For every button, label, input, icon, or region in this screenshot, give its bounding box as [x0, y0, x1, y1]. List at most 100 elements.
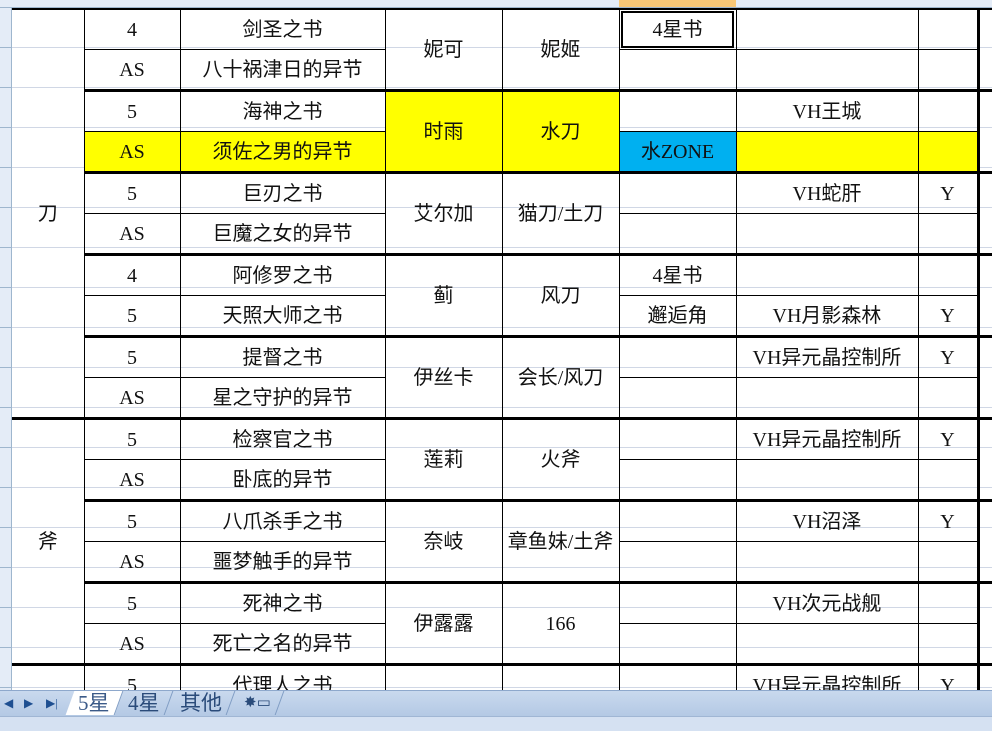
book-cell[interactable]: 卧底的异节	[179, 459, 386, 501]
location-cell[interactable]	[735, 213, 919, 255]
weapon-cell[interactable]: 猫刀/土刀	[501, 171, 620, 255]
star-cell[interactable]: 5	[83, 89, 181, 132]
row-headers[interactable]	[0, 8, 12, 690]
source-cell[interactable]	[618, 417, 737, 460]
empty-cell[interactable]	[976, 623, 992, 665]
flag-cell[interactable]	[917, 49, 980, 91]
character-cell[interactable]: 蓟	[384, 253, 503, 337]
empty-cell[interactable]	[976, 417, 992, 460]
column-f-header[interactable]	[619, 0, 736, 7]
flag-cell[interactable]: Y	[917, 663, 980, 690]
flag-cell[interactable]	[917, 131, 980, 173]
location-cell[interactable]: VH王城	[735, 89, 919, 132]
flag-cell[interactable]	[917, 623, 980, 665]
flag-cell[interactable]: Y	[917, 499, 980, 542]
source-cell[interactable]	[618, 541, 737, 583]
empty-cell[interactable]	[976, 581, 992, 624]
character-cell[interactable]: 时雨	[384, 89, 503, 173]
book-cell[interactable]: 巨魔之女的异节	[179, 213, 386, 255]
column-headers[interactable]	[0, 0, 992, 8]
tab-other[interactable]: 其他	[167, 691, 236, 715]
source-cell[interactable]: 水ZONE	[618, 131, 737, 173]
insert-sheet-icon[interactable]: ✸▭	[231, 691, 285, 715]
star-cell[interactable]: AS	[83, 459, 181, 501]
flag-cell[interactable]: Y	[917, 295, 980, 337]
empty-cell[interactable]	[976, 541, 992, 583]
empty-cell[interactable]	[976, 377, 992, 419]
tab-4-star[interactable]: 4星	[115, 691, 173, 715]
weapon-cell[interactable]: 水刀	[501, 89, 620, 173]
empty-cell[interactable]	[976, 295, 992, 337]
source-cell[interactable]	[618, 171, 737, 214]
spreadsheet-grid[interactable]: 刀 4 剑圣之书 妮可 妮姬 4星书 AS 八十祸津日的异节 5 海神之书 时雨 水刀 VH王城 AS 须佐…	[12, 8, 992, 690]
star-cell[interactable]: AS	[83, 213, 181, 255]
star-cell[interactable]: AS	[83, 131, 181, 173]
empty-cell[interactable]	[976, 89, 992, 132]
star-cell[interactable]: 5	[83, 335, 181, 378]
flag-cell[interactable]	[917, 541, 980, 583]
location-cell[interactable]	[735, 623, 919, 665]
book-cell[interactable]: 八十祸津日的异节	[179, 49, 386, 91]
flag-cell[interactable]: Y	[917, 171, 980, 214]
weapon-cell[interactable]: 妮姬	[501, 8, 620, 91]
empty-cell[interactable]	[976, 213, 992, 255]
star-cell[interactable]: 5	[83, 663, 181, 690]
character-cell[interactable]: 伊露露	[384, 581, 503, 665]
weapon-cell[interactable]: 166	[501, 581, 620, 665]
location-cell[interactable]	[735, 459, 919, 501]
empty-cell[interactable]	[976, 171, 992, 214]
location-cell[interactable]: VH次元战舰	[735, 581, 919, 624]
location-cell[interactable]	[735, 49, 919, 91]
character-cell[interactable]: 莲莉	[384, 417, 503, 501]
source-cell[interactable]	[618, 335, 737, 378]
location-cell[interactable]: VH异元晶控制所	[735, 663, 919, 690]
source-cell[interactable]	[618, 623, 737, 665]
source-cell[interactable]	[618, 89, 737, 132]
flag-cell[interactable]	[917, 89, 980, 132]
location-cell[interactable]: VH异元晶控制所	[735, 417, 919, 460]
empty-cell[interactable]	[976, 49, 992, 91]
source-cell[interactable]	[618, 377, 737, 419]
first-sheet-icon[interactable]: ◀	[4, 696, 13, 711]
star-cell[interactable]: AS	[83, 541, 181, 583]
flag-cell[interactable]	[917, 253, 980, 296]
location-cell[interactable]	[735, 131, 919, 173]
flag-cell[interactable]	[917, 581, 980, 624]
flag-cell[interactable]: Y	[917, 417, 980, 460]
character-cell[interactable]: 奈岐	[384, 499, 503, 583]
source-cell[interactable]: 4星书	[618, 8, 737, 50]
empty-cell[interactable]	[976, 8, 992, 50]
location-cell[interactable]: VH月影森林	[735, 295, 919, 337]
book-cell[interactable]: 阿修罗之书	[179, 253, 386, 296]
empty-cell[interactable]	[976, 499, 992, 542]
star-cell[interactable]: AS	[83, 49, 181, 91]
book-cell[interactable]: 剑圣之书	[179, 8, 386, 50]
star-cell[interactable]: AS	[83, 623, 181, 665]
book-cell[interactable]: 八爪杀手之书	[179, 499, 386, 542]
book-cell[interactable]: 检察官之书	[179, 417, 386, 460]
weapon-cell[interactable]: 火枪	[501, 663, 620, 690]
location-cell[interactable]	[735, 253, 919, 296]
star-cell[interactable]: 5	[83, 417, 181, 460]
star-cell[interactable]: 4	[83, 8, 181, 50]
tab-5-star[interactable]: 5星	[65, 691, 123, 715]
character-cell[interactable]: 妮可	[384, 8, 503, 91]
book-cell[interactable]: 代理人之书	[179, 663, 386, 690]
book-cell[interactable]: 噩梦触手的异节	[179, 541, 386, 583]
book-cell[interactable]: 死神之书	[179, 581, 386, 624]
flag-cell[interactable]: Y	[917, 335, 980, 378]
book-cell[interactable]: 死亡之名的异节	[179, 623, 386, 665]
book-cell[interactable]: 天照大师之书	[179, 295, 386, 337]
last-sheet-icon[interactable]: ▶|	[46, 696, 58, 711]
location-cell[interactable]	[735, 541, 919, 583]
star-cell[interactable]: 5	[83, 295, 181, 337]
book-cell[interactable]: 须佐之男的异节	[179, 131, 386, 173]
location-cell[interactable]	[735, 8, 919, 50]
next-sheet-icon[interactable]: ▶	[24, 696, 33, 711]
source-cell[interactable]	[618, 499, 737, 542]
empty-cell[interactable]	[976, 335, 992, 378]
source-cell[interactable]	[618, 213, 737, 255]
star-cell[interactable]: 5	[83, 499, 181, 542]
category-cell[interactable]	[12, 663, 85, 690]
star-cell[interactable]: 5	[83, 581, 181, 624]
